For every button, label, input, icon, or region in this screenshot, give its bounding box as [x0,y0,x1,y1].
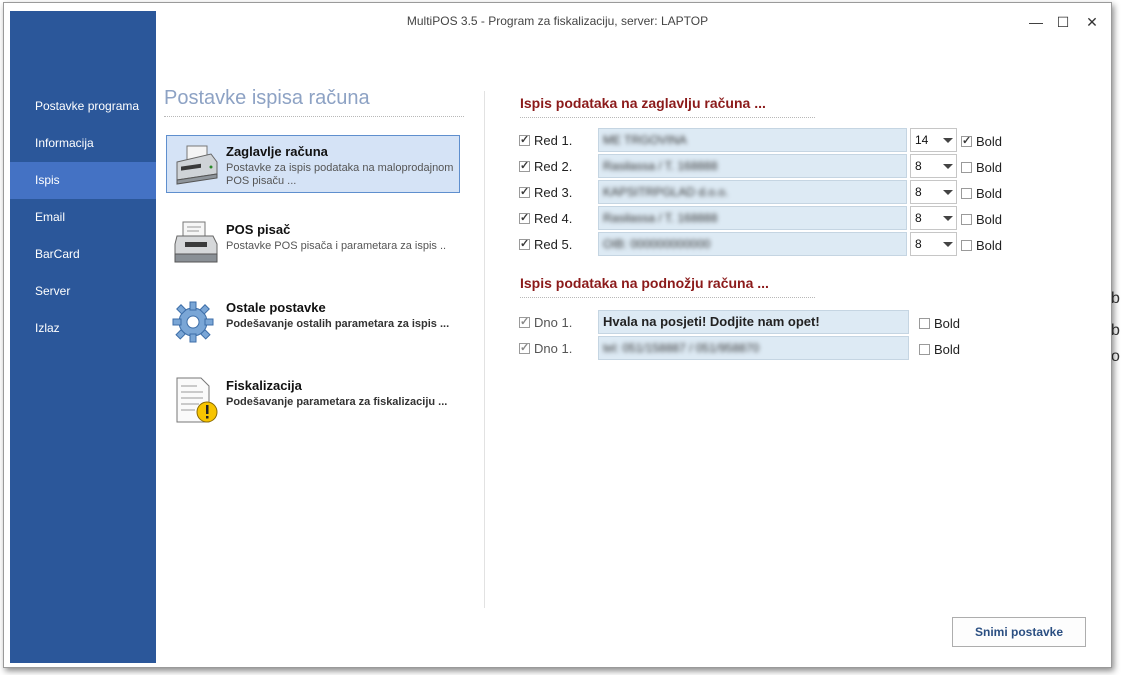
bold-label: Bold [934,342,961,357]
card-fiskalizacija[interactable]: Fiskalizacija Podešavanje parametara za … [166,369,460,427]
card-pos-pisac[interactable]: POS pisač Postavke POS pisača i parameta… [166,213,460,271]
red-4-checkbox[interactable] [519,211,530,224]
dno-1-bold-checkbox[interactable] [919,318,930,329]
dno-2-bold-checkbox[interactable] [919,344,930,355]
bold-label: Bold [976,160,1003,175]
settings-window: MultiPOS 3.5 - Program za fiskalizaciju,… [3,2,1112,668]
red-2-label: Red 2. [534,159,573,174]
red-1-checkbox[interactable] [519,133,530,146]
red-4-input[interactable]: Rasilassa / T. 168888 [598,206,907,230]
red-2-bold-checkbox[interactable] [961,162,972,173]
gear-icon [171,296,221,346]
bold-label: Bold [976,134,1003,149]
dno-2-checkbox[interactable] [519,341,530,354]
header-section-divider [520,117,815,118]
red-4-bold-checkbox[interactable] [961,214,972,225]
bold-label: Bold [934,316,961,331]
red-1-bold-checkbox[interactable] [961,134,972,147]
card-title: Fiskalizacija [226,378,302,393]
chevron-down-icon [943,242,953,247]
header-section-title: Ispis podataka na zaglavlju računa ... [520,95,766,111]
red-3-checkbox[interactable] [519,185,530,198]
maximize-button[interactable]: ☐ [1049,9,1077,35]
dno-1-label: Dno 1. [534,315,573,330]
dno-1-input[interactable]: Hvala na posjeti! Dodjite nam opet! [598,310,909,334]
sidebar-item-informacija[interactable]: Informacija [10,125,156,162]
dno-2-label: Dno 1. [534,341,573,356]
dno-1-checkbox[interactable] [519,315,530,328]
document-warning-icon [171,374,221,424]
red-2-input[interactable]: Rasilassa / T. 168888 [598,154,907,178]
footer-section-title: Ispis podataka na podnožju računa ... [520,275,769,291]
red-3-size-select[interactable]: 8 [910,180,957,204]
card-description: Podešavanje ostalih parametara za ispis … [226,318,450,330]
red-3-input[interactable]: KAPSITRPGLAD d.o.o. [598,180,907,204]
card-title: Zaglavlje računa [226,144,328,159]
red-1-input[interactable]: ME TRGOVINA [598,128,907,152]
title-bar: MultiPOS 3.5 - Program za fiskalizaciju,… [156,3,1111,35]
sidebar-item-ispis[interactable]: Ispis [10,162,156,199]
red-5-label: Red 5. [534,237,573,252]
bold-label: Bold [976,186,1003,201]
close-button[interactable]: ✕ [1078,9,1106,35]
red-5-checkbox[interactable] [519,237,530,250]
save-button[interactable]: Snimi postavke [952,617,1086,647]
window-title: MultiPOS 3.5 - Program za fiskalizaciju,… [406,14,709,28]
sidebar-item-email[interactable]: Email [10,199,156,236]
chevron-down-icon [943,164,953,169]
card-description: Postavke za ispis podataka na maloprodaj… [226,162,454,187]
page-title: Postavke ispisa računa [164,87,370,109]
minimize-button[interactable]: — [1022,9,1050,35]
red-2-checkbox[interactable] [519,159,530,172]
card-zaglavlje-racuna[interactable]: Zaglavlje računa Postavke za ispis podat… [166,135,460,193]
sidebar-item-server[interactable]: Server [10,273,156,310]
red-2-size-select[interactable]: 8 [910,154,957,178]
red-5-bold-checkbox[interactable] [961,240,972,251]
chevron-down-icon [943,190,953,195]
chevron-down-icon [943,216,953,221]
red-5-size-select[interactable]: 8 [910,232,957,256]
title-divider [164,116,464,117]
sidebar-item-postavke-programa[interactable]: Postavke programa [10,88,156,125]
card-title: Ostale postavke [226,300,326,315]
sidebar-item-izlaz[interactable]: Izlaz [10,310,156,347]
sidebar: Postavke programa Informacija Ispis Emai… [10,11,156,663]
card-description: Podešavanje parametara za fiskalizaciju … [226,396,448,408]
dno-2-input[interactable]: tel: 051/158887 / 051/958870 [598,336,909,360]
bold-label: Bold [976,238,1003,253]
red-3-label: Red 3. [534,185,573,200]
bold-label: Bold [976,212,1003,227]
card-ostale-postavke[interactable]: Ostale postavke Podešavanje ostalih para… [166,291,460,349]
card-description: Postavke POS pisača i parametara za ispi… [226,240,447,252]
pos-printer-icon [171,218,221,268]
red-5-input[interactable]: OIB: 000000000000 [598,232,907,256]
red-1-label: Red 1. [534,133,573,148]
red-3-bold-checkbox[interactable] [961,188,972,199]
red-4-label: Red 4. [534,211,573,226]
red-1-size-select[interactable]: 14 [910,128,957,152]
panel-divider [484,91,485,608]
card-title: POS pisač [226,222,291,237]
footer-section-divider [520,297,815,298]
sidebar-item-barcard[interactable]: BarCard [10,236,156,273]
printer-icon [171,140,221,190]
red-4-size-select[interactable]: 8 [910,206,957,230]
chevron-down-icon [943,138,953,143]
